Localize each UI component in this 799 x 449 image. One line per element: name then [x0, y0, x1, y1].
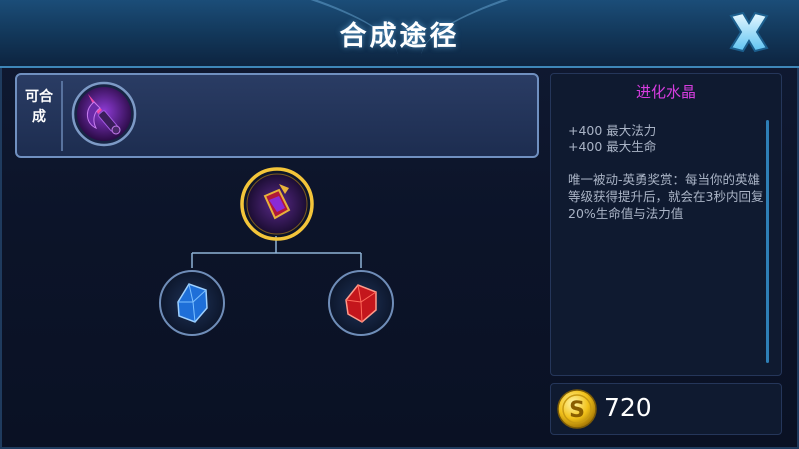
price-panel: S 720 [550, 383, 782, 435]
gold-coin-icon: S [557, 389, 597, 429]
purple-staff-item-icon [71, 81, 137, 147]
item-passive-description: 唯一被动-英勇奖赏：每当你的英雄等级获得提升后，就会在3秒内回复20%生命值与法… [568, 172, 764, 221]
header-bar: 合成途径 [0, 0, 799, 68]
component-item-red-crystal[interactable] [326, 268, 396, 338]
item-stat: +400 最大法力 [568, 123, 657, 138]
craftable-label: 可合成 [25, 89, 53, 125]
component-item-blue-crystal[interactable] [157, 268, 227, 338]
item-name: 进化水晶 [635, 83, 696, 101]
detail-scrollbar[interactable] [766, 120, 769, 363]
close-button[interactable] [721, 6, 777, 58]
craftable-item-slot[interactable] [70, 80, 138, 148]
divider [61, 81, 63, 151]
price-amount: 720 [604, 393, 652, 422]
evolution-crystal-icon [240, 167, 314, 241]
blue-crystal-icon [159, 270, 225, 336]
item-stat: +400 最大生命 [568, 139, 657, 154]
close-x-icon [729, 11, 769, 53]
svg-text:S: S [569, 398, 585, 423]
root-item-evolution-crystal[interactable] [239, 166, 315, 242]
item-detail-panel: 进化水晶 +400 最大法力 +400 最大生命 唯一被动-英勇奖赏：每当你的英… [550, 73, 782, 376]
red-crystal-icon [328, 270, 394, 336]
craftable-items-panel: 可合成 [15, 73, 539, 158]
page-title: 合成途径 [339, 21, 460, 52]
